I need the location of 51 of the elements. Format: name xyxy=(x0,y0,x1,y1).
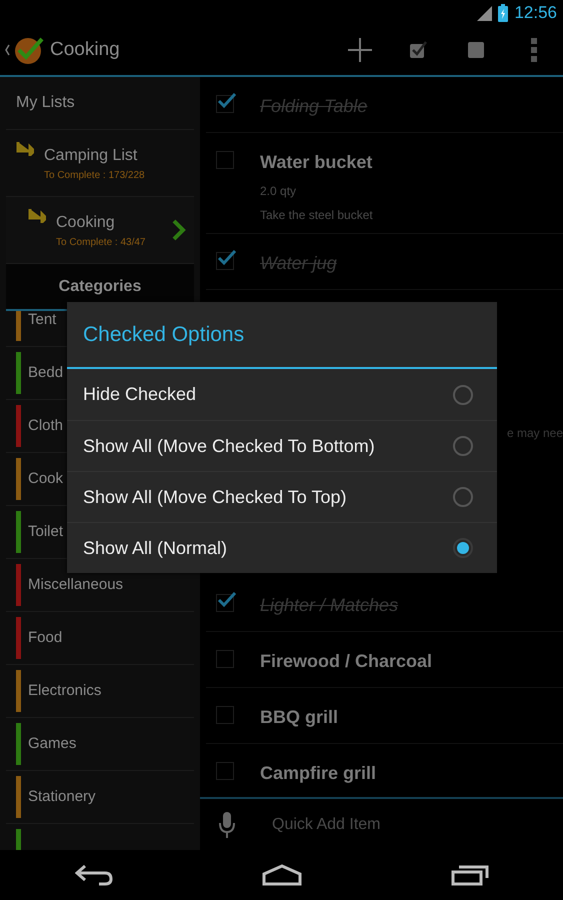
home-icon[interactable] xyxy=(262,864,302,886)
radio-button[interactable] xyxy=(453,384,473,404)
category-item[interactable]: Food xyxy=(6,612,194,665)
item-detail: Take the steel bucket xyxy=(260,207,373,224)
radio-button[interactable] xyxy=(453,436,473,456)
list-name: Camping List xyxy=(44,146,138,166)
square-icon xyxy=(468,42,484,58)
back-icon[interactable] xyxy=(74,864,112,886)
checkbox[interactable] xyxy=(216,594,234,612)
category-item[interactable]: Electronics xyxy=(6,665,194,718)
list-progress: To Complete : 173/228 xyxy=(44,168,145,182)
list-progress: To Complete : 43/47 xyxy=(56,236,146,250)
sublist-arrow-icon xyxy=(16,142,34,156)
item-name: Lighter / Matches xyxy=(260,594,398,617)
category-item[interactable]: Stationery xyxy=(6,771,194,824)
clock-time: 12:56 xyxy=(514,2,557,24)
option-row[interactable]: Show All (Move Checked To Bottom) xyxy=(67,420,497,471)
battery-icon xyxy=(498,4,508,22)
option-row[interactable]: Show All (Normal) xyxy=(67,522,497,573)
recent-apps-icon[interactable] xyxy=(450,864,488,886)
sublist-arrow-icon xyxy=(28,209,46,223)
checkbox[interactable] xyxy=(216,151,234,169)
checkbox[interactable] xyxy=(216,252,234,270)
option-row[interactable]: Show All (Move Checked To Top) xyxy=(67,471,497,522)
microphone-icon[interactable] xyxy=(218,812,236,838)
item-note: e may nee xyxy=(506,425,563,442)
checkbox[interactable] xyxy=(216,706,234,724)
item-detail: 2.0 qty xyxy=(260,183,298,200)
list-name: Cooking xyxy=(56,212,116,232)
item-name: Water bucket xyxy=(260,151,373,174)
category-item[interactable]: Games xyxy=(6,718,194,771)
item-name: Firewood / Charcoal xyxy=(260,650,432,673)
quick-add-field[interactable]: Quick Add Item xyxy=(270,812,520,838)
chevron-right-icon xyxy=(172,219,186,241)
checkbox-icon xyxy=(409,41,427,59)
add-icon xyxy=(347,37,373,63)
menu-icon xyxy=(531,38,537,62)
radio-button[interactable] xyxy=(453,538,473,558)
dialog-title: Checked Options xyxy=(67,302,497,369)
checkbox[interactable] xyxy=(216,650,234,668)
item-name: Campfire grill xyxy=(260,762,376,785)
checkbox[interactable] xyxy=(216,762,234,780)
checkbox[interactable] xyxy=(216,95,234,113)
section-header: My Lists xyxy=(6,77,194,130)
option-row[interactable]: Hide Checked xyxy=(67,369,497,420)
radio-button[interactable] xyxy=(453,487,473,507)
screen-title: Cooking xyxy=(50,38,120,62)
item-name: BBQ grill xyxy=(260,706,338,729)
item-name: Folding Table xyxy=(260,95,368,118)
item-name: Water jug xyxy=(260,252,337,275)
signal-icon xyxy=(476,4,492,20)
